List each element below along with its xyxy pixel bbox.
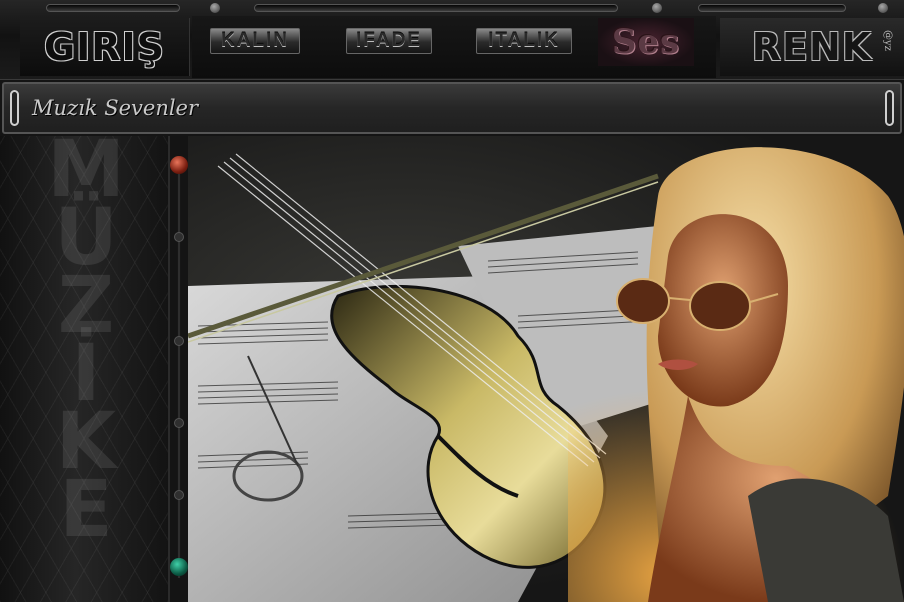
- giris-label: GIRIŞ: [43, 25, 166, 69]
- rivet-icon: [210, 3, 220, 13]
- violin-scene-image: [188, 147, 904, 602]
- rail-stud-icon: [174, 418, 184, 428]
- rivet-icon: [652, 3, 662, 13]
- toolbar-rail: [254, 4, 618, 12]
- top-toolbar: GIRIŞ KALIN IFADE ITALIK Ses RENK @yz: [0, 0, 904, 80]
- rail-stud-icon: [174, 232, 184, 242]
- side-watermark: MÜZİKE: [47, 136, 125, 555]
- page-title: Muzık Sevenler: [32, 96, 199, 120]
- giris-button[interactable]: GIRIŞ: [20, 18, 190, 76]
- title-bar: Muzık Sevenler: [2, 82, 902, 134]
- green-knob-icon[interactable]: [170, 558, 188, 576]
- red-knob-icon[interactable]: [170, 156, 188, 174]
- renk-button[interactable]: RENK: [720, 18, 904, 76]
- rivet-icon: [878, 3, 888, 13]
- renk-note: @yz: [882, 30, 893, 51]
- rail-stud-icon: [174, 336, 184, 346]
- ses-button[interactable]: Ses: [598, 18, 694, 66]
- bracket-icon: [885, 90, 894, 126]
- side-rail: [170, 150, 188, 590]
- toolbar-rail: [698, 4, 846, 12]
- ifade-button[interactable]: IFADE: [346, 28, 432, 54]
- toolbar-rail: [46, 4, 180, 12]
- italik-button[interactable]: ITALIK: [476, 28, 572, 54]
- kalin-button[interactable]: KALIN: [210, 28, 300, 54]
- main-image: [188, 136, 904, 602]
- bracket-icon: [10, 90, 19, 126]
- rail-stud-icon: [174, 490, 184, 500]
- side-panel: MÜZİKE: [0, 136, 170, 602]
